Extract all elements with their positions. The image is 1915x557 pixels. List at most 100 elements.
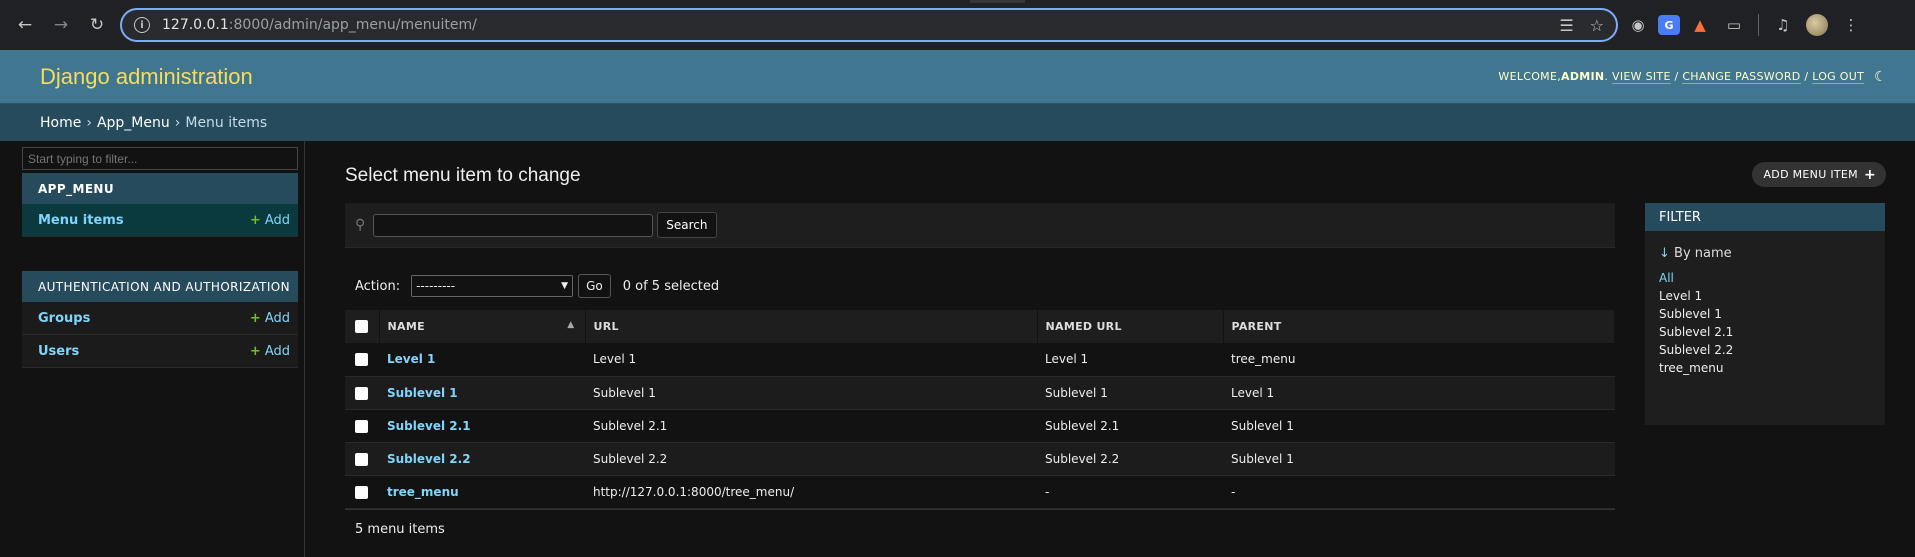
chevron-down-icon: ▼ [561,281,569,291]
translate-icon[interactable]: ☰ [1559,16,1573,35]
nav-filter-input[interactable] [22,147,298,170]
row-name-link[interactable]: Level 1 [379,343,585,377]
collapse-arrow-icon: ↓ [1659,246,1670,261]
row-parent: - [1223,475,1615,509]
theme-toggle-moon-icon[interactable]: ☾ [1874,69,1887,85]
search-toolbar: ⚲ Search [345,203,1615,248]
forward-icon[interactable]: → [46,10,76,40]
sidebar-item-groups: Groups + Add [22,302,298,335]
row-checkbox[interactable] [355,419,368,433]
row-parent: Sublevel 1 [1223,442,1615,476]
search-icon: ⚲ [355,217,366,233]
profile-avatar[interactable] [1803,11,1831,39]
column-header-parent[interactable]: PARENT [1223,310,1615,343]
sort-ascending-icon[interactable]: ▲ [567,320,574,330]
add-group-link[interactable]: + Add [250,311,290,326]
row-named-url: Sublevel 2.2 [1037,442,1223,476]
main-area: APP_MENU Menu items +Add AUTHENTICATION … [0,141,1915,557]
media-control-icon[interactable]: ♫ [1769,11,1797,39]
row-checkbox[interactable] [355,386,368,400]
selection-counter: 0 of 5 selected [622,278,720,294]
row-name-link[interactable]: Sublevel 2.2 [379,442,585,476]
row-name-link[interactable]: Sublevel 1 [379,376,585,410]
sidebar-item-users: Users + Add [22,335,298,368]
translate-extension-icon[interactable]: G [1658,15,1680,35]
row-url: Level 1 [585,343,1037,377]
app-caption-auth[interactable]: AUTHENTICATION AND AUTHORIZATION [22,271,298,302]
row-name-link[interactable]: tree_menu [379,475,585,509]
filter-option[interactable]: Sublevel 2.1 [1659,325,1871,343]
filter-heading: FILTER [1645,203,1885,231]
url-path: :8000/admin/app_menu/menuitem/ [228,17,477,33]
view-site-link[interactable]: VIEW SITE [1612,70,1671,84]
row-parent: Level 1 [1223,376,1615,410]
changelist-wrapper: ⚲ Search Action: --------- ▼ Go 0 of 5 s… [345,203,1885,549]
breadcrumb-current: Menu items [185,114,268,131]
site-brand[interactable]: Django administration [40,64,253,90]
welcome-text: WELCOME, [1498,70,1562,83]
row-checkbox[interactable] [355,485,368,499]
add-menu-item-button[interactable]: ADD MENU ITEM + [1752,162,1886,187]
reload-icon[interactable]: ↻ [82,10,112,40]
sidebar-item-menu-items: Menu items + Add [22,204,298,237]
row-checkbox[interactable] [355,353,368,367]
add-menu-item-link[interactable]: + Add [250,213,290,228]
row-named-url: Sublevel 1 [1037,376,1223,410]
address-bar[interactable]: i 127.0.0.1:8000/admin/app_menu/menuitem… [120,8,1618,42]
action-select[interactable]: --------- ▼ [411,275,574,297]
plus-icon: + [1863,166,1876,183]
sidebar-item-label[interactable]: Groups [38,311,90,326]
back-icon[interactable]: ← [10,10,40,40]
select-all-checkbox[interactable] [355,320,368,334]
table-row: tree_menu http://127.0.0.1:8000/tree_men… [345,475,1615,509]
row-parent: tree_menu [1223,343,1615,377]
sidebar-item-label[interactable]: Users [38,344,79,359]
row-named-url: Sublevel 2.1 [1037,409,1223,443]
filter-option-all[interactable]: All [1659,271,1871,289]
table-row: Sublevel 2.2 Sublevel 2.2 Sublevel 2.2 S… [345,442,1615,476]
plus-icon: + [249,343,261,359]
row-url: Sublevel 2.2 [585,442,1037,476]
breadcrumb-home[interactable]: Home [40,115,81,131]
admin-header: Django administration WELCOME, ADMIN. VI… [0,50,1915,103]
filter-option[interactable]: Sublevel 2.2 [1659,343,1871,361]
app-caption-app-menu[interactable]: APP_MENU [22,173,298,204]
add-user-link[interactable]: + Add [250,344,290,359]
table-header-row: NAME ▲ URL NAMED URL PARENT [345,310,1615,343]
filter-option[interactable]: Sublevel 1 [1659,307,1871,325]
column-header-named-url[interactable]: NAMED URL [1037,310,1224,343]
row-url: Sublevel 2.1 [585,409,1037,443]
extension-1-icon[interactable]: ◉ [1624,11,1652,39]
breadcrumb-app[interactable]: App_Menu [97,115,170,131]
extensions-puzzle-icon[interactable]: ▭ [1720,11,1748,39]
table-row: Level 1 Level 1 Level 1 tree_menu [345,343,1615,377]
select-all-checkbox-cell [345,310,380,343]
bookmark-star-icon[interactable]: ☆ [1590,16,1604,35]
go-button[interactable]: Go [578,274,611,298]
change-password-link[interactable]: CHANGE PASSWORD [1682,70,1801,84]
changelist-filter: FILTER ↓ By name All Level 1 Sublevel 1 … [1645,203,1885,425]
filter-option[interactable]: tree_menu [1659,361,1871,379]
row-name-link[interactable]: Sublevel 2.1 [379,409,585,443]
filter-option[interactable]: Level 1 [1659,289,1871,307]
search-input[interactable] [373,213,654,237]
site-info-icon[interactable]: i [134,17,150,33]
search-button[interactable]: Search [657,212,717,238]
row-parent: Sublevel 1 [1223,409,1615,443]
plus-icon: + [249,310,261,326]
row-named-url: Level 1 [1037,343,1223,377]
sidebar-item-label[interactable]: Menu items [38,213,124,228]
column-header-name[interactable]: NAME ▲ [379,310,586,343]
log-out-link[interactable]: LOG OUT [1812,70,1865,84]
menu-kebab-icon[interactable]: ⋮ [1837,11,1865,39]
actions-bar: Action: --------- ▼ Go 0 of 5 selected [345,248,1615,310]
plus-icon: + [249,212,261,228]
extension-flame-icon[interactable]: ▲ [1686,11,1714,39]
filter-by-name-heading[interactable]: ↓ By name [1645,231,1885,269]
row-checkbox[interactable] [355,452,368,466]
action-label: Action: [355,278,401,294]
changelist: ⚲ Search Action: --------- ▼ Go 0 of 5 s… [345,203,1615,549]
browser-toolbar: ← → ↻ i 127.0.0.1:8000/admin/app_menu/me… [0,0,1915,50]
column-header-url[interactable]: URL [585,310,1038,343]
filter-options: All Level 1 Sublevel 1 Sublevel 2.1 Subl… [1645,269,1885,381]
